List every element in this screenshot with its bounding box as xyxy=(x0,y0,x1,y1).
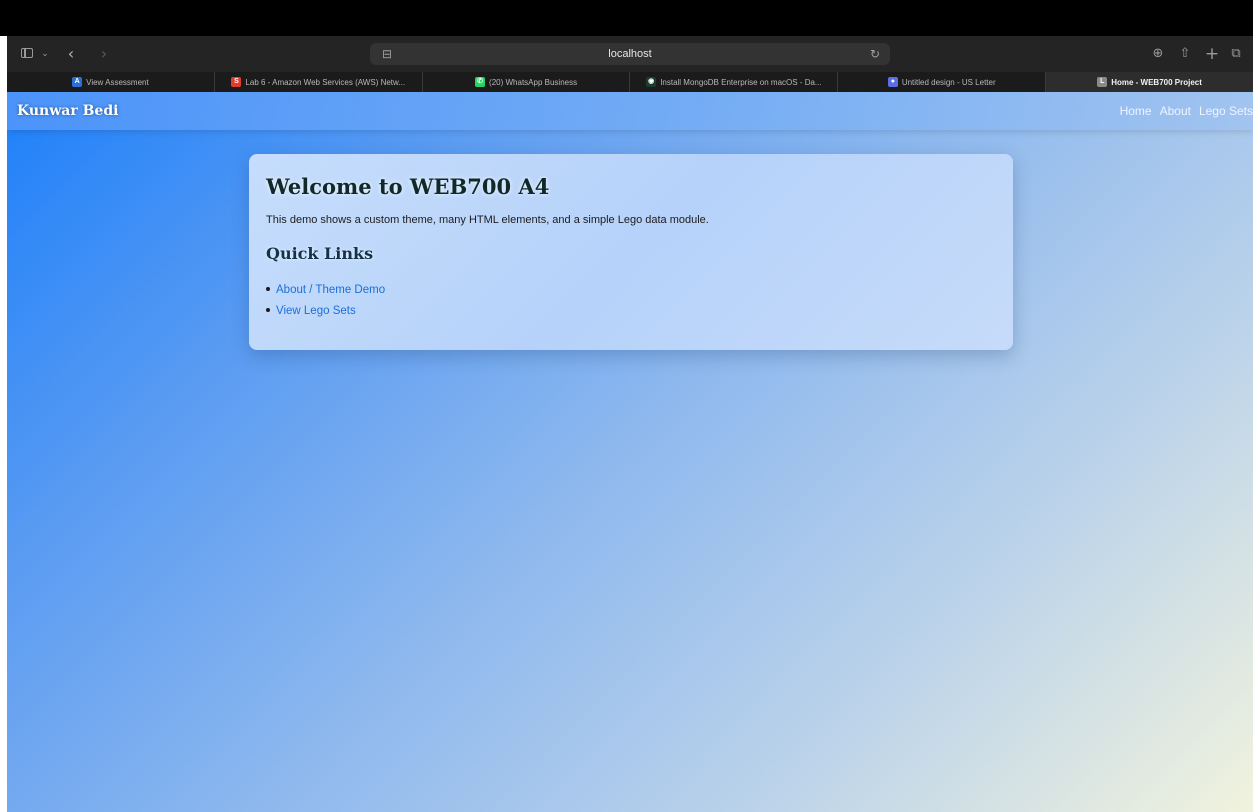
quick-links-heading: Quick Links xyxy=(266,244,374,263)
tab-label: (20) WhatsApp Business xyxy=(489,77,578,87)
chevron-down-icon[interactable]: ⌄ xyxy=(40,45,50,63)
favicon-icon: ◉ xyxy=(646,77,657,87)
tabs-overview-icon[interactable]: ⧉ xyxy=(1228,45,1244,63)
browser-tab[interactable]: ◉ Install MongoDB Enterprise on macOS - D… xyxy=(630,72,839,92)
quick-links-list: About / Theme Demo View Lego Sets xyxy=(266,280,385,322)
address-bar[interactable]: localhost ⊟ ↻ xyxy=(370,43,890,65)
favicon-icon: L xyxy=(1097,77,1108,87)
screen: ⌄ ‹ › localhost ⊟ ↻ ⊕ ⇧ + ⧉ A View Assess… xyxy=(0,0,1253,812)
tab-bar: A View Assessment S Lab 6 - Amazon Web Serv… xyxy=(7,72,1253,92)
bullet-icon xyxy=(266,307,270,312)
tab-label: Install MongoDB Enterprise on macOS - Da… xyxy=(660,77,822,87)
share-icon[interactable]: ⇧ xyxy=(1177,45,1193,63)
site-brand[interactable]: Kunwar Bedi xyxy=(17,92,118,130)
browser-tab[interactable]: S Lab 6 - Amazon Web Services (AWS) Netw.… xyxy=(215,72,423,92)
page-viewport: Kunwar Bedi Home About Lego Sets Welcome… xyxy=(7,92,1253,812)
favicon-icon: ● xyxy=(887,77,898,87)
favicon-icon: A xyxy=(72,77,83,87)
tab-label: Lab 6 - Amazon Web Services (AWS) Netw..… xyxy=(245,77,406,87)
tab-label: View Assessment xyxy=(86,77,149,87)
screen-edge xyxy=(0,36,7,812)
browser-tab[interactable]: ✆ (20) WhatsApp Business xyxy=(423,72,631,92)
nav-link-home[interactable]: Home xyxy=(1120,104,1152,118)
browser-tab[interactable]: ● Untitled design - US Letter xyxy=(838,72,1047,92)
browser-tab[interactable]: A View Assessment xyxy=(7,72,215,92)
page-title: Welcome to WEB700 A4 xyxy=(266,174,550,199)
page-description: This demo shows a custom theme, many HTM… xyxy=(266,214,709,226)
site-navbar: Kunwar Bedi Home About Lego Sets xyxy=(7,92,1253,130)
chevron-right-icon[interactable]: › xyxy=(97,45,111,63)
sidebar-icon[interactable] xyxy=(21,45,35,63)
download-icon[interactable]: ⊕ xyxy=(1150,45,1166,63)
plus-icon[interactable]: + xyxy=(1204,45,1220,63)
nav-link-lego-sets[interactable]: Lego Sets xyxy=(1199,104,1253,118)
screen-bezel xyxy=(0,0,1253,36)
reload-icon[interactable]: ↻ xyxy=(868,46,882,62)
list-item: View Lego Sets xyxy=(266,301,385,322)
chevron-left-icon[interactable]: ‹ xyxy=(64,45,78,63)
tab-label: Untitled design - US Letter xyxy=(901,77,996,87)
welcome-card: Welcome to WEB700 A4 This demo shows a c… xyxy=(249,154,1013,350)
link-view-lego-sets[interactable]: View Lego Sets xyxy=(276,305,356,317)
link-about-theme-demo[interactable]: About / Theme Demo xyxy=(276,284,385,296)
tab-label: Home - WEB700 Project xyxy=(1111,77,1202,87)
nav-link-about[interactable]: About xyxy=(1160,104,1191,118)
favicon-icon: ✆ xyxy=(475,77,486,87)
favicon-icon: S xyxy=(231,77,242,87)
address-url[interactable]: localhost xyxy=(370,43,890,65)
bullet-icon xyxy=(266,286,270,291)
list-item: About / Theme Demo xyxy=(266,280,385,301)
browser-toolbar: ⌄ ‹ › localhost ⊟ ↻ ⊕ ⇧ + ⧉ xyxy=(7,36,1253,72)
page-settings-icon[interactable]: ⊟ xyxy=(380,46,394,62)
nav-links: Home About Lego Sets xyxy=(1112,92,1253,130)
browser-window: ⌄ ‹ › localhost ⊟ ↻ ⊕ ⇧ + ⧉ A View Assess… xyxy=(7,36,1253,812)
browser-tab[interactable]: L Home - WEB700 Project xyxy=(1046,72,1253,92)
